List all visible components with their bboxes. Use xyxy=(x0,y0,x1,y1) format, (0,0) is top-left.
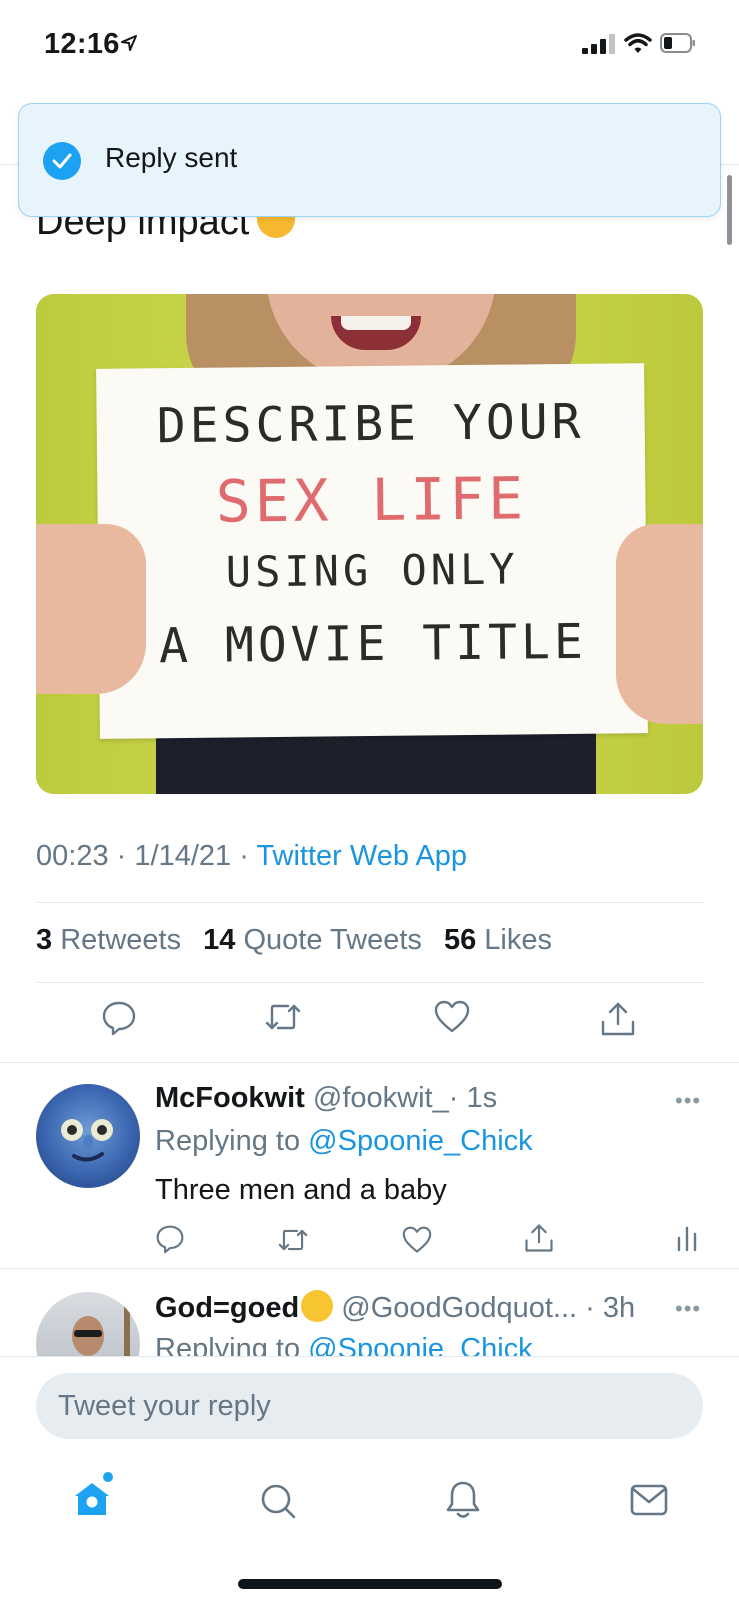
home-icon[interactable] xyxy=(73,1480,111,1523)
search-icon[interactable] xyxy=(259,1482,297,1525)
share-icon[interactable] xyxy=(524,1222,554,1259)
reply-composer-input[interactable]: Tweet your reply xyxy=(36,1373,703,1439)
toast-label: Reply sent xyxy=(105,142,238,173)
composer-placeholder: Tweet your reply xyxy=(58,1390,271,1422)
retweets-count: 3 xyxy=(36,924,53,956)
more-options-icon[interactable]: ••• xyxy=(675,1088,701,1114)
share-icon[interactable] xyxy=(600,1000,636,1043)
retweet-icon[interactable] xyxy=(264,1000,302,1039)
sign-line-4: A MOVIE TITLE xyxy=(158,613,588,675)
avatar[interactable] xyxy=(36,1084,140,1188)
reply-icon[interactable] xyxy=(102,1000,136,1041)
divider xyxy=(36,902,703,903)
image-right-hand xyxy=(616,524,703,724)
location-arrow-icon xyxy=(120,34,138,57)
reply-sent-toast[interactable]: Reply sent xyxy=(18,103,721,217)
reply-text: Three men and a baby xyxy=(155,1174,447,1206)
like-icon[interactable] xyxy=(402,1226,432,1259)
grinning-face-emoji-icon xyxy=(301,1290,334,1322)
status-bar: 12:16 xyxy=(0,0,739,92)
reply-time: · 3h xyxy=(585,1292,636,1324)
reply-icon[interactable] xyxy=(156,1224,184,1259)
home-indicator[interactable] xyxy=(238,1579,502,1589)
retweet-icon[interactable] xyxy=(277,1226,309,1259)
image-teeth xyxy=(341,316,411,330)
divider xyxy=(0,1062,739,1063)
divider xyxy=(36,982,703,983)
reply-author-name[interactable]: God=goed xyxy=(155,1292,299,1324)
meta-separator: · xyxy=(116,840,127,872)
tweet-image[interactable]: DESCRIBE YOUR SEX LIFE USING ONLY A MOVI… xyxy=(36,294,703,794)
reply-author-handle[interactable]: @fookwit_ xyxy=(313,1082,449,1114)
sign-line-2: SEX LIFE xyxy=(215,464,528,536)
tweet-date: 1/14/21 xyxy=(134,840,232,872)
cellular-signal-icon xyxy=(582,34,616,59)
messages-icon[interactable] xyxy=(630,1484,668,1521)
quotes-label: Quote Tweets xyxy=(243,924,422,956)
tweet-actions xyxy=(0,1000,739,1048)
reply-author-handle[interactable]: @GoodGodquot... xyxy=(341,1292,577,1324)
retweets-stat[interactable]: 3 Retweets xyxy=(36,924,181,956)
more-options-icon[interactable]: ••• xyxy=(675,1296,701,1322)
tweet-stats: 3 Retweets 14 Quote Tweets 56 Likes xyxy=(36,924,552,957)
likes-count: 56 xyxy=(443,924,477,956)
checkmark-icon xyxy=(43,142,81,180)
quotes-count: 14 xyxy=(203,924,236,956)
analytics-icon[interactable] xyxy=(676,1226,698,1257)
composer-divider xyxy=(0,1356,739,1357)
image-sign: DESCRIBE YOUR SEX LIFE USING ONLY A MOVI… xyxy=(96,363,648,739)
replying-mention-link[interactable]: @Spoonie_Chick xyxy=(308,1125,533,1157)
status-time: 12:16 xyxy=(44,28,120,60)
replying-prefix: Replying to xyxy=(155,1125,301,1157)
battery-icon xyxy=(660,33,696,58)
notifications-icon[interactable] xyxy=(446,1480,480,1525)
image-left-hand xyxy=(36,524,146,694)
likes-stat[interactable]: 56 Likes xyxy=(444,924,552,956)
new-content-indicator xyxy=(103,1472,113,1482)
tweet-meta: 00:23 · 1/14/21 · Twitter Web App xyxy=(36,840,467,873)
replying-to: Replying to @Spoonie_Chick xyxy=(155,1125,533,1158)
quote-tweets-stat[interactable]: 14 Quote Tweets xyxy=(203,924,422,956)
reply-author: God=goed @GoodGodquot... · 3h xyxy=(155,1290,635,1325)
likes-label: Likes xyxy=(484,924,552,956)
wifi-icon xyxy=(624,32,652,59)
tweet-source-link[interactable]: Twitter Web App xyxy=(256,840,467,872)
reply-author-name[interactable]: McFookwit xyxy=(155,1082,305,1114)
tweet-time: 00:23 xyxy=(36,840,109,872)
meta-separator: · xyxy=(239,840,249,872)
reply-author: McFookwit @fookwit_· 1s xyxy=(155,1082,497,1115)
divider xyxy=(0,1268,739,1269)
sign-line-1: DESCRIBE YOUR xyxy=(156,393,585,455)
scrollbar[interactable] xyxy=(727,175,732,245)
sign-line-3: USING ONLY xyxy=(225,544,519,597)
reply-time: · 1s xyxy=(448,1082,498,1114)
retweets-label: Retweets xyxy=(60,924,182,956)
like-icon[interactable] xyxy=(434,1000,470,1039)
